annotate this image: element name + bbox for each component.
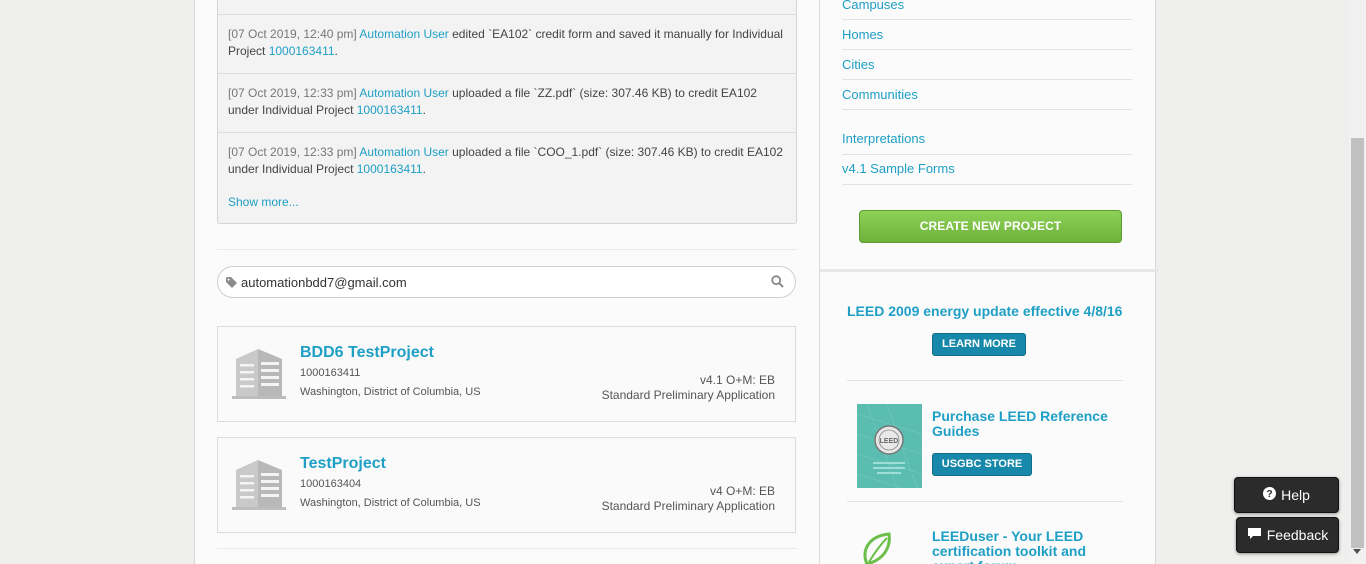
book-cover-text: LEED: [880, 438, 899, 445]
tag-icon: [226, 277, 237, 291]
activity-feed: [07 Oct 2019, 12:40 pm] Automation User …: [217, 0, 797, 224]
page-container: [07 Oct 2019, 12:40 pm] Automation User …: [194, 0, 1158, 564]
feedback-button[interactable]: Feedback: [1236, 517, 1339, 553]
show-more-link[interactable]: Show more...: [228, 195, 299, 209]
project-search-input[interactable]: [241, 272, 761, 292]
activity-user-link[interactable]: Automation User: [359, 145, 448, 159]
activity-project-link[interactable]: 1000163411: [269, 44, 335, 58]
project-name-link[interactable]: TestProject: [300, 455, 386, 473]
project-review-type: Standard Preliminary Application: [601, 388, 775, 402]
sidebar-link-campuses[interactable]: Campuses: [842, 0, 904, 12]
activity-timestamp: [07 Oct 2019, 12:33 pm]: [228, 86, 357, 100]
svg-text:?: ?: [1267, 489, 1273, 500]
project-id: 1000163411: [300, 367, 361, 379]
activity-text-end: .: [422, 162, 426, 176]
project-rating-system: v4.1 O+M: EB: [699, 373, 775, 387]
help-button[interactable]: ? Help: [1234, 477, 1339, 513]
sidebar-divider: [842, 109, 1132, 110]
activity-item: [07 Oct 2019, 12:40 pm] Automation User …: [228, 26, 788, 60]
scroll-down-arrow-icon[interactable]: [1353, 549, 1361, 554]
section-divider: [217, 548, 797, 549]
project-card[interactable]: TestProject 1000163404 Washington, Distr…: [217, 437, 796, 533]
activity-item: [07 Oct 2019, 12:33 pm] Automation User …: [228, 144, 788, 178]
project-id: 1000163404: [300, 478, 362, 490]
sidebar-divider: [842, 154, 1132, 155]
activity-item: [07 Oct 2019, 12:33 pm] Automation User …: [228, 85, 788, 119]
promo-divider: [847, 380, 1123, 381]
sidebar-link-cities[interactable]: Cities: [842, 57, 875, 72]
building-icon: [232, 345, 286, 402]
building-icon: [232, 456, 286, 513]
sidebar-divider: [842, 19, 1132, 20]
project-location: Washington, District of Columbia, US: [300, 386, 481, 398]
create-new-project-button[interactable]: CREATE NEW PROJECT: [859, 210, 1122, 243]
activity-user-link[interactable]: Automation User: [359, 27, 448, 41]
sidebar-link-communities[interactable]: Communities: [842, 87, 918, 102]
activity-divider: [218, 132, 796, 133]
activity-user-link[interactable]: Automation User: [359, 86, 448, 100]
project-search-bar[interactable]: [217, 266, 796, 298]
activity-divider: [218, 73, 796, 74]
sidebar-section-divider: [820, 269, 1158, 272]
activity-text-end: .: [422, 103, 426, 117]
project-location: Washington, District of Columbia, US: [300, 497, 481, 509]
leeduser-title[interactable]: LEEDuser - Your LEED certification toolk…: [932, 529, 1122, 564]
sidebar-divider: [842, 49, 1132, 50]
promo-divider: [847, 501, 1123, 502]
scrollbar[interactable]: [1349, 0, 1366, 564]
section-divider: [217, 249, 797, 250]
sidebar-link-homes[interactable]: Homes: [842, 27, 883, 42]
activity-timestamp: [07 Oct 2019, 12:40 pm]: [228, 27, 357, 41]
sidebar-divider: [842, 79, 1132, 80]
activity-project-link[interactable]: 1000163411: [357, 162, 423, 176]
help-label: Help: [1281, 487, 1310, 503]
search-icon[interactable]: [771, 275, 784, 291]
leeduser-leaf-icon[interactable]: [859, 530, 899, 564]
sidebar-link-sample-forms[interactable]: v4.1 Sample Forms: [842, 161, 955, 176]
chat-bubble-icon: [1247, 527, 1262, 543]
project-name-link[interactable]: BDD6 TestProject: [300, 344, 434, 362]
sidebar-link-interpretations[interactable]: Interpretations: [842, 131, 925, 146]
promo-title[interactable]: LEED 2009 energy update effective 4/8/16: [847, 303, 1122, 319]
sidebar-divider: [842, 184, 1132, 185]
feedback-label: Feedback: [1266, 527, 1329, 543]
activity-divider: [218, 14, 796, 15]
project-review-type: Standard Preliminary Application: [601, 499, 775, 513]
activity-timestamp: [07 Oct 2019, 12:33 pm]: [228, 145, 357, 159]
question-circle-icon: ?: [1263, 487, 1277, 503]
project-card[interactable]: BDD6 TestProject 1000163411 Washington, …: [217, 326, 796, 422]
activity-text-end: .: [334, 44, 338, 58]
project-rating-system: v4 O+M: EB: [709, 484, 775, 498]
main-column: [07 Oct 2019, 12:40 pm] Automation User …: [217, 0, 797, 564]
learn-more-button[interactable]: LEARN MORE: [932, 333, 1026, 356]
usgbc-store-button[interactable]: USGBC STORE: [932, 453, 1032, 476]
activity-project-link[interactable]: 1000163411: [357, 103, 423, 117]
reference-guide-cover-image[interactable]: LEED: [857, 404, 922, 488]
scrollbar-thumb[interactable]: [1351, 138, 1364, 548]
reference-guide-title[interactable]: Purchase LEED Reference Guides: [932, 409, 1122, 439]
sidebar: Campuses Homes Cities Communities Interp…: [819, 0, 1158, 564]
